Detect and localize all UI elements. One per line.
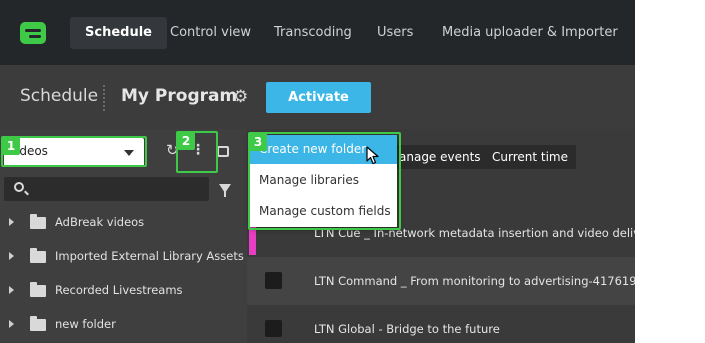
nav-schedule[interactable]: Schedule xyxy=(70,17,167,49)
current-time-button[interactable]: Current time xyxy=(484,145,576,169)
callout-badge-2: 2 xyxy=(177,132,195,150)
expand-arrow-icon[interactable] xyxy=(9,252,14,260)
callout-badge-1: 1 xyxy=(2,137,20,155)
expand-arrow-icon[interactable] xyxy=(9,218,14,226)
event-checkbox[interactable] xyxy=(265,320,282,337)
gear-icon[interactable]: ⚙ xyxy=(233,89,248,106)
folder-label: Recorded Livestreams xyxy=(55,283,183,297)
folder-icon xyxy=(30,248,46,263)
event-label: LTN Command _ From monitoring to adverti… xyxy=(314,274,635,288)
section-title: Schedule xyxy=(20,86,99,106)
image-icon[interactable] xyxy=(217,146,229,157)
nav-media-uploader[interactable]: Media uploader & Importer xyxy=(427,17,633,49)
callout-badge-3: 3 xyxy=(249,133,267,151)
folder-row[interactable]: Imported External Library Assets xyxy=(0,240,247,274)
expand-arrow-icon[interactable] xyxy=(9,320,14,328)
top-nav: Schedule Control view Transcoding Users … xyxy=(0,0,635,65)
program-bar: Schedule My Program ⚙ Activate xyxy=(0,65,635,129)
folder-label: AdBreak videos xyxy=(55,215,145,229)
folder-icon xyxy=(30,214,46,229)
search-icon xyxy=(14,182,24,192)
nav-users[interactable]: Users xyxy=(362,17,428,49)
callout-box-3 xyxy=(248,132,401,230)
folder-row[interactable]: AdBreak videos xyxy=(0,206,247,240)
folder-icon xyxy=(30,316,46,331)
folder-row[interactable]: Recorded Livestreams xyxy=(0,274,247,308)
event-row[interactable]: LTN Global - Bridge to the future xyxy=(247,305,635,343)
expand-arrow-icon[interactable] xyxy=(9,286,14,294)
nav-control-view[interactable]: Control view xyxy=(155,17,266,49)
filter-icon[interactable] xyxy=(219,184,231,197)
nav-transcoding[interactable]: Transcoding xyxy=(259,17,367,49)
folder-label: new folder xyxy=(55,317,116,331)
manage-events-button[interactable]: anage events xyxy=(391,145,489,169)
folder-row[interactable]: new folder xyxy=(0,308,247,342)
program-name: My Program xyxy=(121,86,238,106)
event-label: LTN Global - Bridge to the future xyxy=(314,322,500,336)
app-window: Schedule Control view Transcoding Users … xyxy=(0,0,635,343)
folder-label: Imported External Library Assets xyxy=(55,249,244,263)
event-checkbox[interactable] xyxy=(265,272,282,289)
divider xyxy=(103,85,105,111)
activate-button[interactable]: Activate xyxy=(266,82,371,113)
callout-box-1 xyxy=(1,136,147,167)
folder-icon xyxy=(30,282,46,297)
search-input[interactable] xyxy=(4,177,209,201)
logo-icon[interactable] xyxy=(20,22,46,44)
event-row[interactable]: LTN Command _ From monitoring to adverti… xyxy=(247,257,635,305)
